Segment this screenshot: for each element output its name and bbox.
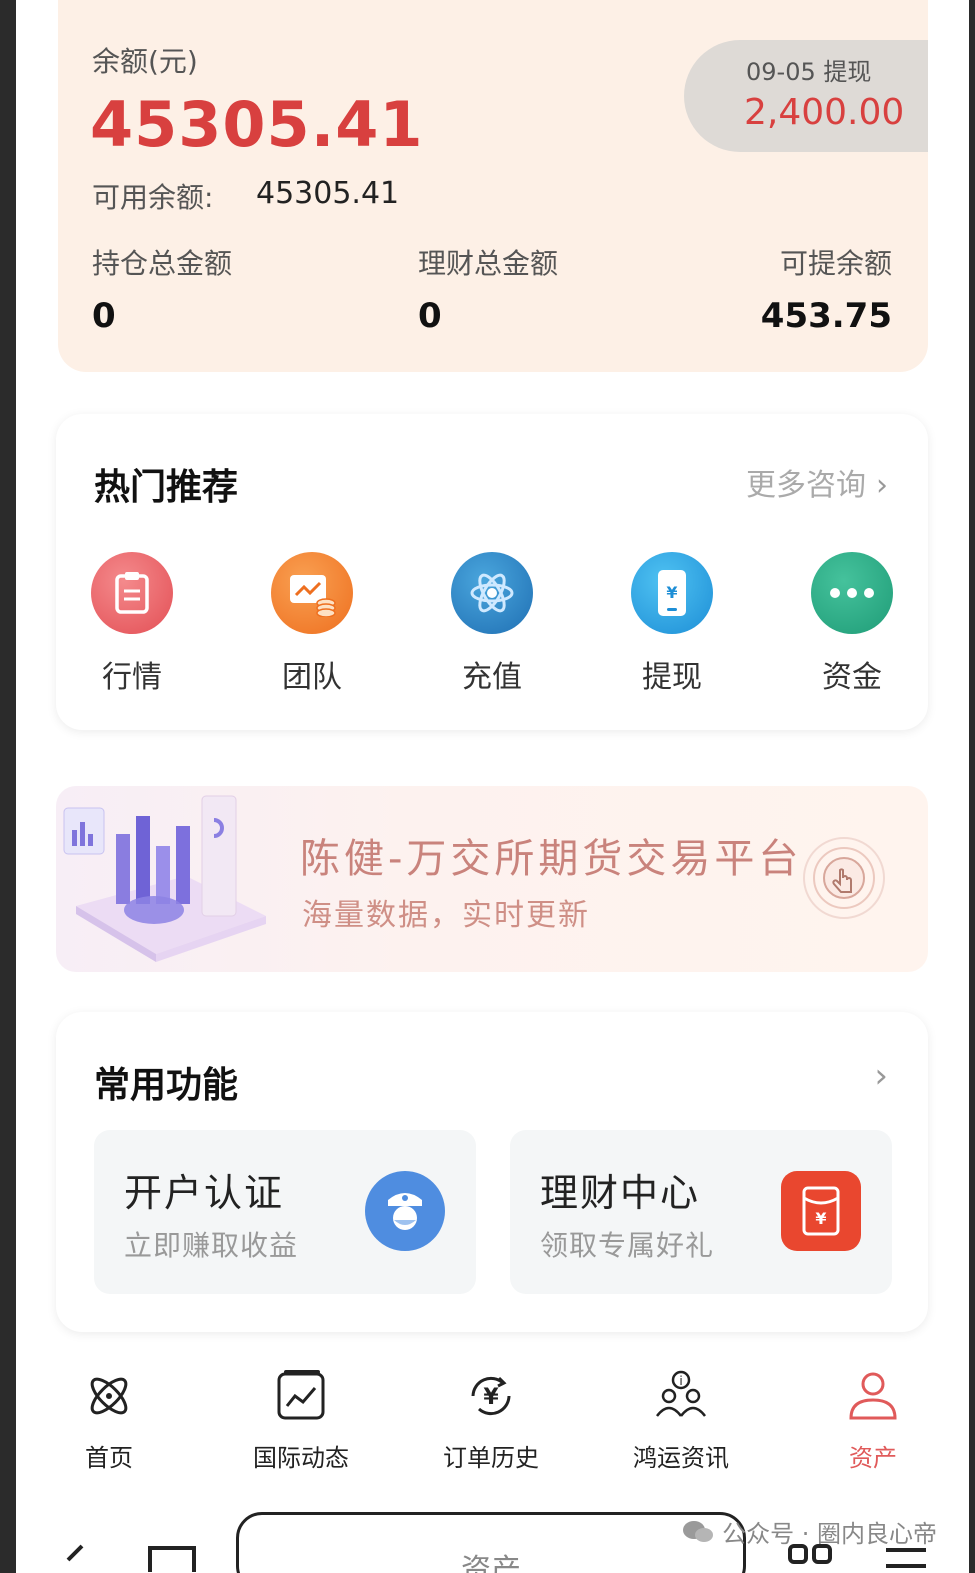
hot-item-team[interactable]: 团队 bbox=[252, 552, 372, 696]
common-functions-card: 常用功能 › 开户认证 立即赚取收益 理财中心 领取专属好礼 ¥ bbox=[56, 1012, 928, 1332]
available-balance-label: 可用余额: bbox=[92, 181, 214, 214]
more-consult-label: 更多咨询 bbox=[746, 468, 866, 503]
stat-label: 可提余额 bbox=[779, 247, 892, 280]
nav-item-news[interactable]: i 鸿运资讯 bbox=[606, 1366, 756, 1473]
yen-refresh-icon: ¥ bbox=[471, 1376, 511, 1416]
withdraw-date: 09-05 提现 bbox=[746, 58, 872, 86]
common-functions-title: 常用功能 bbox=[94, 1065, 239, 1106]
chevron-right-icon: › bbox=[876, 468, 888, 503]
chevron-right-icon[interactable]: › bbox=[874, 1056, 888, 1096]
banner-subtitle: 海量数据，实时更新 bbox=[302, 898, 590, 933]
menu-icon[interactable] bbox=[884, 1546, 928, 1572]
screen-edge-left bbox=[0, 0, 16, 1573]
nav-item-home[interactable]: 首页 bbox=[34, 1366, 184, 1473]
banner-title: 陈健-万交所期货交易平台 bbox=[300, 836, 803, 882]
nav-label: 国际动态 bbox=[253, 1444, 349, 1472]
svg-text:i: i bbox=[679, 1374, 682, 1388]
svg-text:¥: ¥ bbox=[483, 1385, 499, 1410]
wealth-center-button[interactable]: 理财中心 领取专属好礼 ¥ bbox=[510, 1130, 892, 1294]
more-consult-link[interactable]: 更多咨询 › bbox=[746, 460, 888, 504]
account-verification-button[interactable]: 开户认证 立即赚取收益 bbox=[94, 1130, 476, 1294]
browser-toolbar: 资产 公众号 · 圈内良心帝 bbox=[16, 1490, 969, 1573]
hot-item-label: 行情 bbox=[102, 660, 162, 695]
hot-item-recharge[interactable]: 充值 bbox=[432, 552, 552, 696]
nav-item-assets[interactable]: 资产 bbox=[798, 1366, 948, 1473]
bottom-navigation: 首页 国际动态 ¥ 订单历史 i 鸿运资讯 资产 bbox=[16, 1360, 969, 1480]
last-withdraw-pill[interactable]: 09-05 提现 2,400.00 bbox=[684, 40, 928, 152]
wechat-icon bbox=[683, 1520, 714, 1542]
stat-value: 0 bbox=[418, 296, 442, 336]
address-bar[interactable]: 资产 bbox=[236, 1512, 746, 1573]
function-subtitle: 立即赚取收益 bbox=[124, 1229, 299, 1262]
screen-edge-right bbox=[969, 0, 975, 1573]
hot-item-label: 资金 bbox=[822, 660, 882, 695]
team-info-icon: i bbox=[656, 1370, 706, 1417]
atom-outline-icon bbox=[90, 1377, 128, 1415]
tabs-icon[interactable] bbox=[146, 1542, 200, 1572]
hot-item-label: 提现 bbox=[642, 660, 702, 695]
balance-amount: 45305.41 bbox=[90, 88, 424, 161]
clipboard-icon bbox=[91, 552, 173, 634]
hot-recommend-card: 热门推荐 更多咨询 › 行情 团队 充值 ¥ 提现 资金 bbox=[56, 414, 928, 730]
hot-item-market[interactable]: 行情 bbox=[72, 552, 192, 696]
nav-item-international[interactable]: 国际动态 bbox=[226, 1366, 376, 1473]
hot-item-label: 充值 bbox=[462, 660, 522, 695]
stat-wealth-total: 理财总金额 0 bbox=[418, 242, 558, 336]
back-arrow-icon[interactable] bbox=[60, 1542, 90, 1572]
stat-value: 453.75 bbox=[760, 296, 892, 336]
stat-label: 持仓总金额 bbox=[92, 247, 233, 280]
tap-hand-icon bbox=[803, 837, 885, 919]
chart-window-icon bbox=[277, 1370, 325, 1420]
nav-item-order-history[interactable]: ¥ 订单历史 bbox=[416, 1366, 566, 1473]
stat-value: 0 bbox=[92, 296, 116, 336]
atom-icon bbox=[451, 552, 533, 634]
user-icon bbox=[849, 1372, 897, 1420]
hot-item-label: 团队 bbox=[282, 660, 342, 695]
nav-label: 首页 bbox=[85, 1444, 133, 1472]
nav-label: 订单历史 bbox=[443, 1444, 539, 1472]
hot-item-withdraw[interactable]: ¥ 提现 bbox=[612, 552, 732, 696]
address-bar-text: 资产 bbox=[461, 1553, 521, 1573]
officer-icon bbox=[365, 1171, 445, 1251]
data-dashboard-illustration bbox=[63, 795, 266, 962]
nav-label: 鸿运资讯 bbox=[633, 1444, 729, 1472]
function-title: 开户认证 bbox=[124, 1171, 285, 1215]
stat-withdrawable: 可提余额 453.75 bbox=[761, 242, 892, 336]
available-balance-value: 45305.41 bbox=[256, 176, 400, 211]
withdraw-amount: 2,400.00 bbox=[744, 92, 905, 133]
nav-label: 资产 bbox=[849, 1444, 897, 1472]
hot-item-funds[interactable]: 资金 bbox=[792, 552, 912, 696]
svg-text:¥: ¥ bbox=[815, 1209, 826, 1228]
promo-banner[interactable]: 陈健-万交所期货交易平台 海量数据，实时更新 bbox=[56, 786, 928, 972]
chart-coins-icon bbox=[271, 552, 353, 634]
balance-card: 余额(元) 45305.41 可用余额: 45305.41 09-05 提现 2… bbox=[58, 0, 928, 372]
function-title: 理财中心 bbox=[540, 1171, 701, 1215]
stat-label: 理财总金额 bbox=[418, 247, 559, 280]
stat-position-total: 持仓总金额 0 bbox=[92, 242, 232, 336]
function-subtitle: 领取专属好礼 bbox=[540, 1229, 715, 1262]
hot-recommend-title: 热门推荐 bbox=[94, 467, 239, 508]
svg-text:¥: ¥ bbox=[666, 583, 677, 602]
phone-yen-icon: ¥ bbox=[631, 552, 713, 634]
grid-menu-icon[interactable] bbox=[786, 1542, 838, 1572]
red-envelope-icon: ¥ bbox=[781, 1171, 861, 1251]
balance-label: 余额(元) bbox=[92, 45, 198, 78]
more-dots-icon bbox=[811, 552, 893, 634]
